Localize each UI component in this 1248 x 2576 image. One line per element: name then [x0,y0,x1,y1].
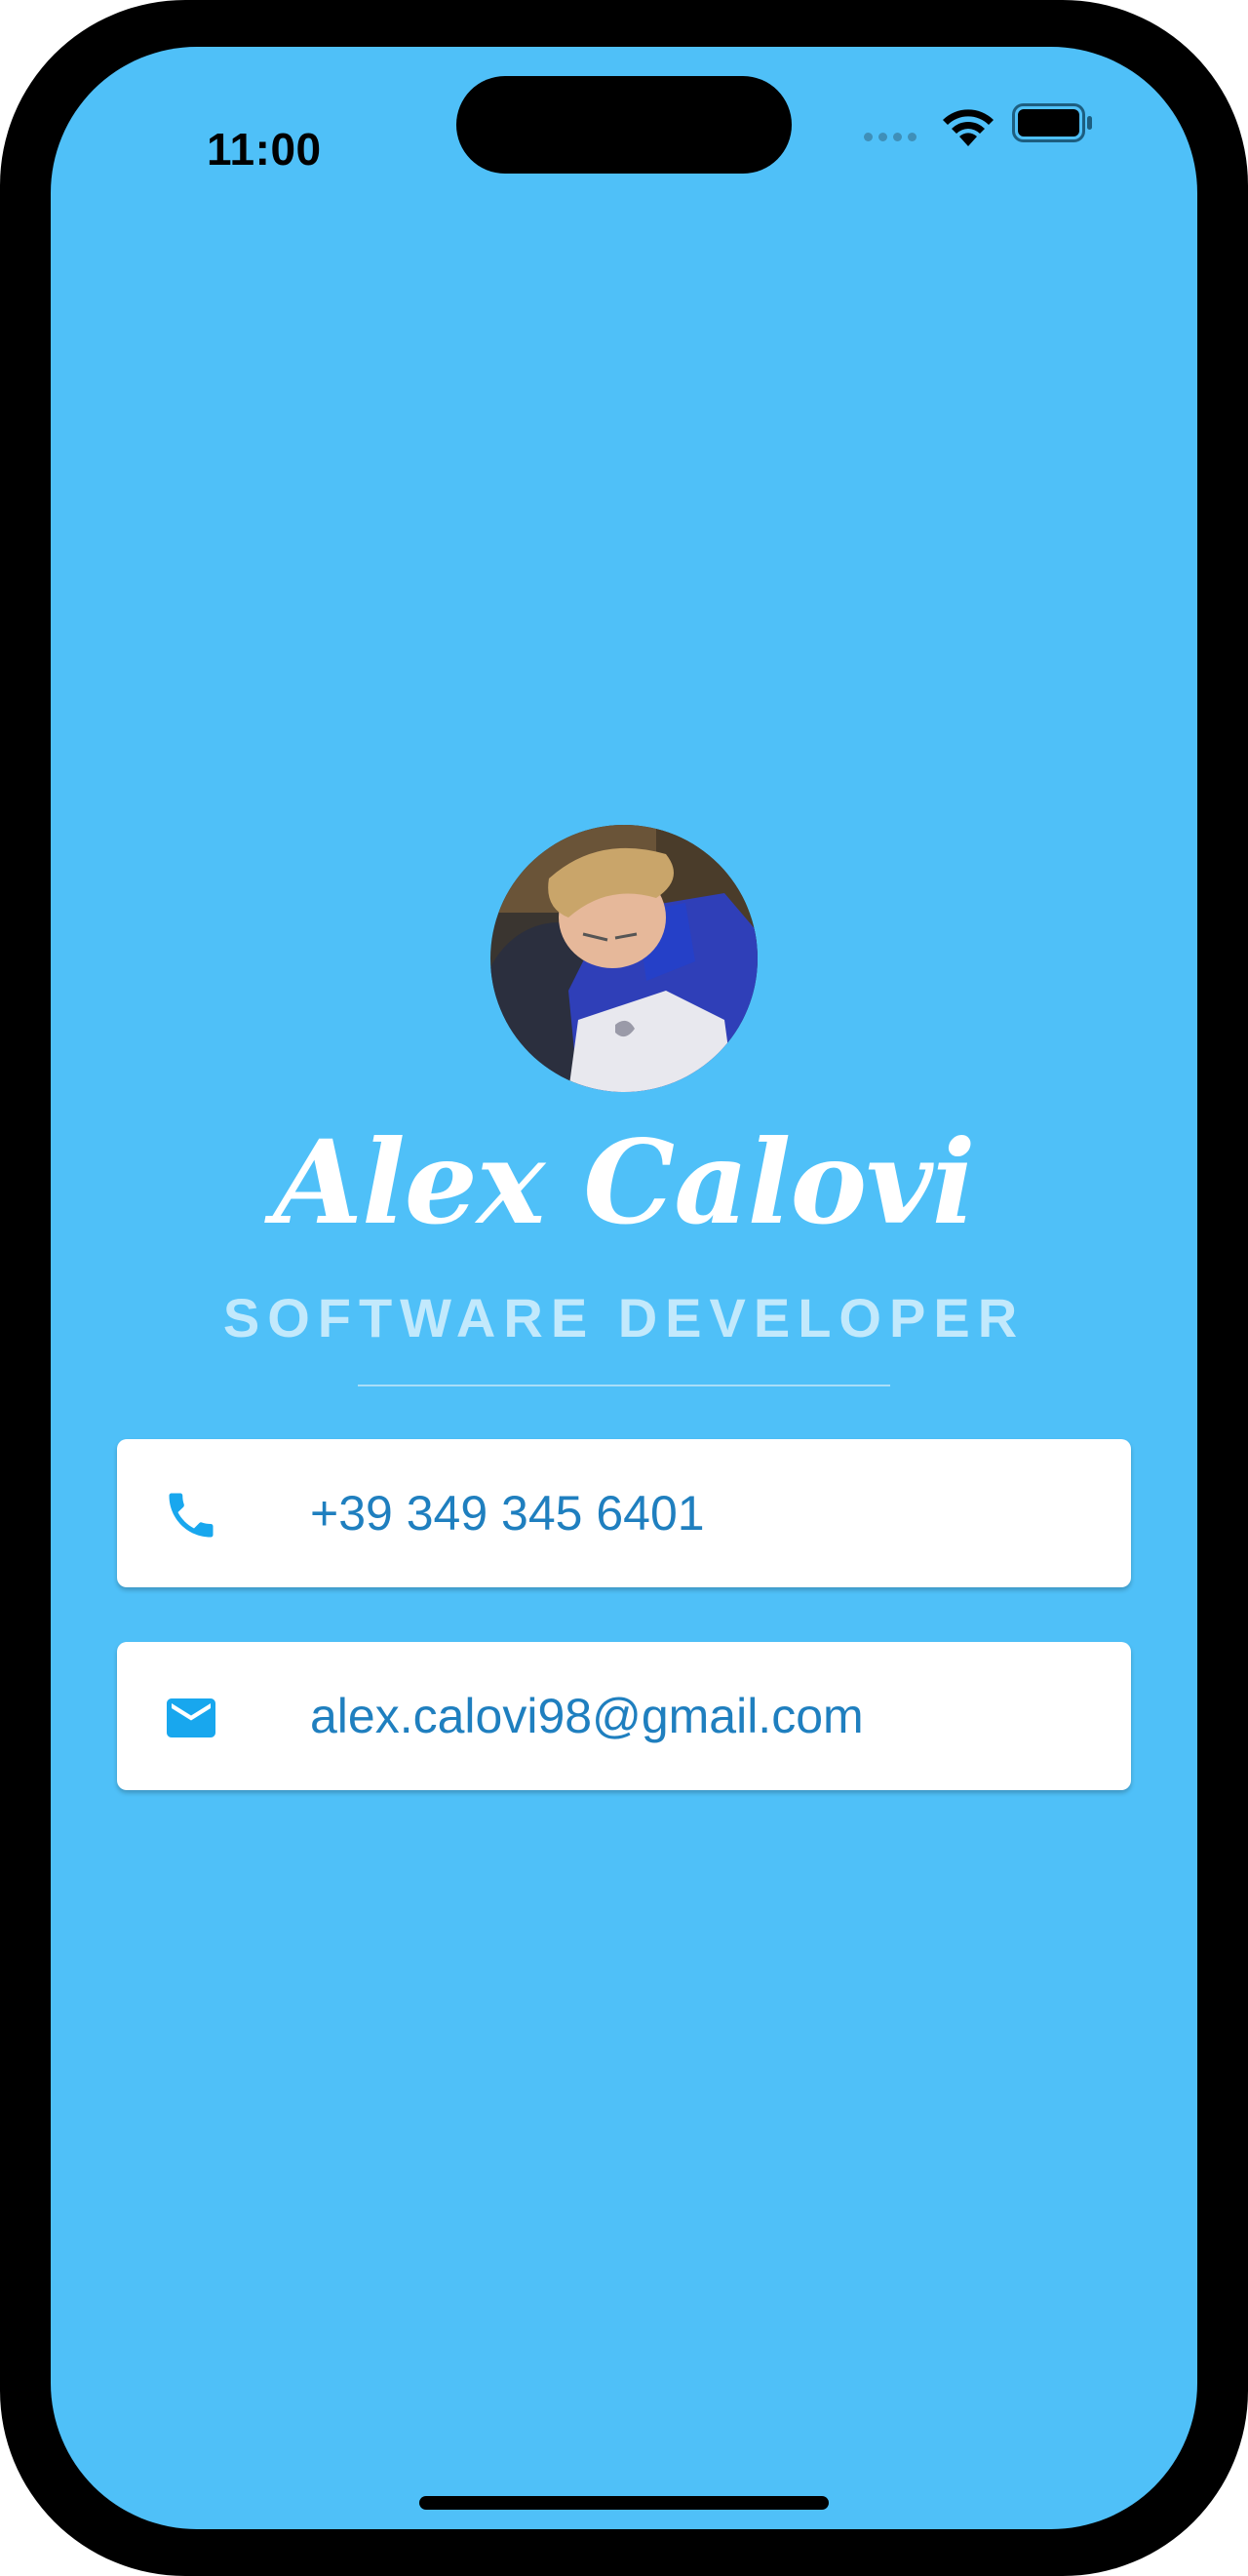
status-time: 11:00 [207,124,322,175]
app-screen: 11:00 Alex Calovi SOFTWARE DEVELOPER +39… [51,47,1197,2529]
profile-title: SOFTWARE DEVELOPER [222,1287,1026,1348]
email-card[interactable]: alex.calovi98@gmail.com [117,1642,1131,1790]
cellular-signal-icon [864,133,916,141]
divider [358,1385,890,1386]
phone-icon [169,1493,214,1538]
dynamic-island [456,76,792,174]
phone-frame: 11:00 Alex Calovi SOFTWARE DEVELOPER +39… [0,0,1248,2576]
profile-name: Alex Calovi [273,1114,975,1250]
phone-card[interactable]: +39 349 345 6401 [117,1439,1131,1587]
wifi-icon [943,109,994,146]
mail-icon [167,1698,215,1737]
home-indicator[interactable] [419,2496,829,2510]
battery-full-icon [1012,103,1092,142]
avatar [490,825,758,1092]
phone-number: +39 349 345 6401 [310,1486,705,1541]
email-address: alex.calovi98@gmail.com [310,1689,864,1743]
